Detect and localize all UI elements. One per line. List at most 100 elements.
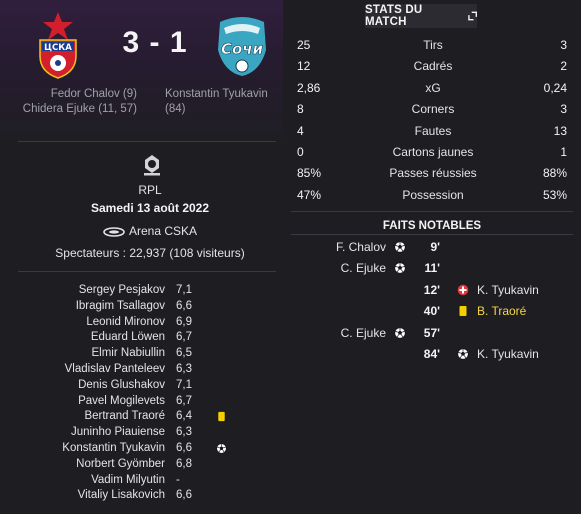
away-scorers: Konstantin Tyukavin (84) — [165, 87, 268, 117]
stats-panel: STATS DU MATCH 25 Tirs 3 12 Cadrés 2 2,86 xG 0,2… — [283, 0, 581, 514]
key-events-title: FAITS NOTABLES — [382, 220, 482, 232]
away-scorer-line[interactable]: Konstantin Tyukavin — [165, 87, 268, 102]
stat-label: Fautes — [414, 123, 452, 138]
player-rating-row[interactable]: Leonid Mironov 6,9 — [0, 316, 283, 332]
yellow-card-icon — [457, 305, 469, 317]
key-event-row: F. Chalov 9' — [283, 238, 581, 259]
event-player-name[interactable]: F. Chalov — [336, 240, 386, 254]
player-rating-row[interactable]: Pavel Mogilevets 6,7 — [0, 395, 283, 411]
player-rating-row[interactable]: Sergey Pesjakov 7,1 — [0, 284, 283, 300]
stat-away-value: 3 — [560, 102, 567, 117]
divider — [18, 271, 276, 272]
sochi-crest-logo[interactable]: Сочи — [210, 10, 274, 80]
player-name[interactable]: Vitaliy Lisakovich — [78, 489, 165, 501]
goal-ball-icon — [216, 443, 227, 454]
player-rating: 6,7 — [176, 331, 192, 344]
stat-away-value: 0,24 — [543, 80, 567, 95]
player-rating: 6,7 — [176, 394, 192, 407]
player-rating-row[interactable]: Eduard Löwen 6,7 — [0, 331, 283, 347]
yellow-card-icon — [216, 411, 227, 422]
competition-logo-icon[interactable] — [140, 153, 164, 177]
player-name[interactable]: Vadim Milyutin — [91, 474, 165, 486]
stat-label: Possession — [402, 187, 464, 202]
venue-name[interactable]: Arena CSKA — [129, 224, 197, 238]
home-scorer-line[interactable]: Fedor Chalov (9) — [23, 87, 137, 102]
match-stats-title: STATS DU MATCH — [365, 4, 423, 28]
divider — [291, 211, 573, 212]
stat-home-value: 4 — [297, 123, 304, 138]
key-event-row: 84' K. Tyukavin — [283, 345, 581, 366]
stat-home-value: 8 — [297, 102, 304, 117]
event-player-name[interactable]: C. Ejuke — [341, 261, 386, 275]
home-scorers: Fedor Chalov (9) Chidera Ejuke (11, 57) — [23, 87, 137, 117]
stat-home-value: 12 — [297, 59, 311, 74]
stat-home-value: 25 — [297, 38, 311, 52]
stats-table: 25 Tirs 3 12 Cadrés 2 2,86 xG 0,24 8 Corners 3 4 Faut… — [283, 36, 581, 207]
stat-home-value: 47% — [297, 187, 322, 202]
injury-icon — [457, 284, 469, 296]
player-name[interactable]: Pavel Mogilevets — [78, 395, 165, 407]
player-name[interactable]: Ibragim Tsallagov — [76, 300, 165, 312]
event-minute: 84' — [423, 346, 440, 361]
event-player-name[interactable]: K. Tyukavin — [477, 347, 539, 361]
player-name[interactable]: Eduard Löwen — [91, 331, 165, 343]
player-rating-row[interactable]: Denis Glushakov 7,1 — [0, 379, 283, 395]
stat-row: 85% Passes réussies 88% — [283, 164, 581, 185]
player-rating: - — [176, 473, 180, 486]
expand-icon[interactable] — [467, 11, 477, 21]
player-rating-row[interactable]: Juninho Piauiense 6,3 — [0, 426, 283, 442]
key-event-row: 40' B. Traoré — [283, 302, 581, 323]
player-rating-row[interactable]: Elmir Nabiullin 6,5 — [0, 347, 283, 363]
player-rating: 6,6 — [176, 489, 192, 502]
player-ratings-list: Sergey Pesjakov 7,1 Ibragim Tsallagov 6,6 Le… — [0, 284, 283, 505]
player-name[interactable]: Vladislav Panteleev — [65, 363, 165, 375]
goal-ball-icon — [394, 326, 406, 339]
stat-away-value: 1 — [560, 144, 567, 159]
event-minute: 57' — [423, 325, 440, 340]
player-rating-row[interactable]: Norbert Gyömber 6,8 — [0, 458, 283, 474]
spectators-count: Spectateurs : 22,937 (108 visiteurs) — [55, 246, 245, 260]
player-rating-row[interactable]: Vitaliy Lisakovich 6,6 — [0, 489, 283, 505]
event-player-name[interactable]: B. Traoré — [477, 304, 526, 318]
cska-crest-logo[interactable]: ЦСКА — [34, 10, 82, 80]
key-events-list: F. Chalov 9' C. Ejuke 11' 12' K. Tyukavin 40' B… — [283, 238, 581, 366]
player-rating-row[interactable]: Vadim Milyutin - — [0, 474, 283, 490]
home-scorer-line[interactable]: Chidera Ejuke (11, 57) — [23, 102, 137, 117]
match-stats-button[interactable]: STATS DU MATCH — [365, 4, 477, 28]
stat-row: 0 Cartons jaunes 1 — [283, 143, 581, 164]
stat-row: 12 Cadrés 2 — [283, 57, 581, 78]
player-name[interactable]: Denis Glushakov — [78, 379, 165, 391]
match-score: 3 - 1 — [122, 26, 188, 59]
divider — [291, 234, 573, 235]
stat-home-value: 85% — [297, 166, 322, 181]
stat-label: Passes réussies — [389, 166, 477, 181]
event-player-name[interactable]: C. Ejuke — [341, 326, 386, 340]
stat-row: 47% Possession 53% — [283, 186, 581, 207]
match-date: Samedi 13 août 2022 — [90, 201, 210, 215]
event-minute: 12' — [423, 282, 440, 297]
player-rating: 6,3 — [176, 362, 192, 375]
player-rating-row[interactable]: Bertrand Traoré 6,4 — [0, 410, 283, 426]
goal-ball-icon — [394, 241, 406, 253]
event-player-name[interactable]: K. Tyukavin — [477, 283, 539, 297]
player-name[interactable]: Norbert Gyömber — [76, 458, 165, 470]
event-minute: 11' — [424, 261, 440, 276]
stat-row: 25 Tirs 3 — [283, 36, 581, 57]
player-rating-row[interactable]: Konstantin Tyukavin 6,6 — [0, 442, 283, 458]
key-event-row: C. Ejuke 11' — [283, 259, 581, 280]
player-name[interactable]: Juninho Piauiense — [71, 426, 165, 438]
player-name[interactable]: Sergey Pesjakov — [79, 284, 165, 296]
goal-ball-icon — [394, 262, 406, 275]
player-name[interactable]: Bertrand Traoré — [84, 410, 165, 422]
player-name[interactable]: Leonid Mironov — [86, 316, 165, 328]
player-name[interactable]: Elmir Nabiullin — [92, 347, 166, 359]
player-rating-row[interactable]: Ibragim Tsallagov 6,6 — [0, 300, 283, 316]
player-name[interactable]: Konstantin Tyukavin — [62, 442, 165, 454]
stat-row: 4 Fautes 13 — [283, 122, 581, 143]
stat-label: Cadrés — [413, 59, 453, 74]
key-event-row: 12' K. Tyukavin — [283, 281, 581, 302]
player-rating-row[interactable]: Vladislav Panteleev 6,3 — [0, 363, 283, 379]
player-rating: 7,1 — [176, 284, 192, 296]
venue-row: Arena CSKA — [0, 224, 300, 238]
competition-name[interactable]: RPL — [0, 183, 300, 197]
